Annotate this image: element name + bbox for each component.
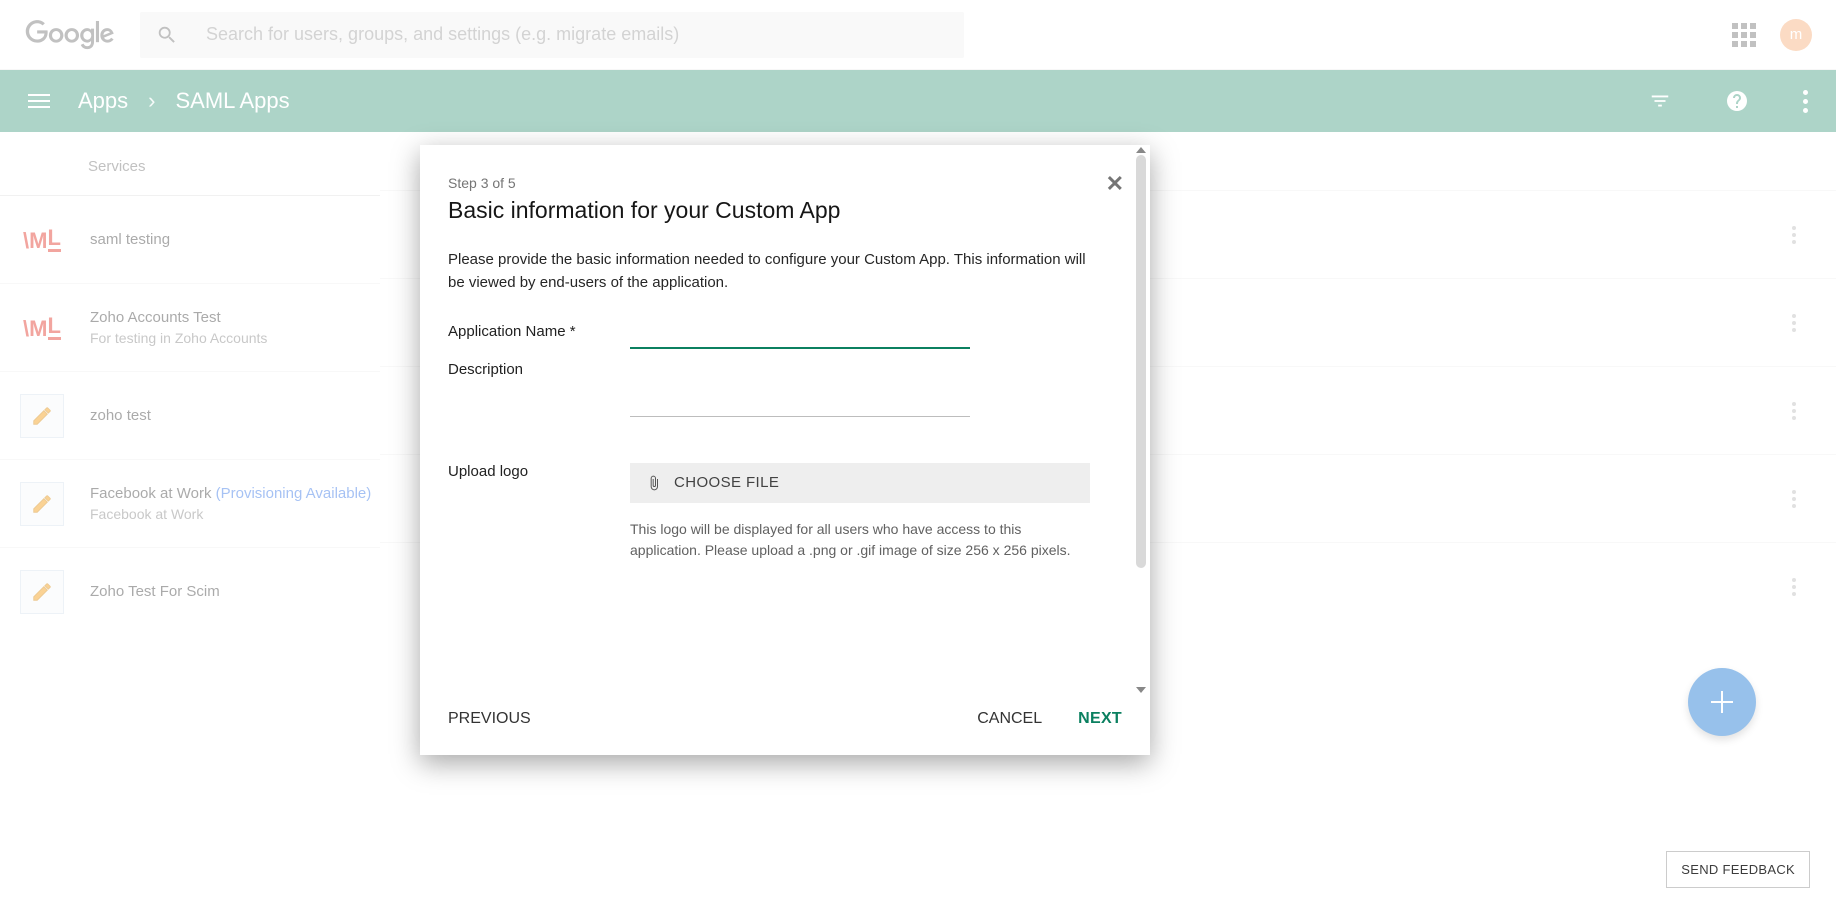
choose-file-label: CHOOSE FILE [674, 474, 779, 491]
modal-scrollbar[interactable] [1136, 155, 1146, 685]
app-name-input[interactable] [630, 323, 970, 349]
step-indicator: Step 3 of 5 [448, 175, 1122, 191]
custom-app-modal: ✕ Step 3 of 5 Basic information for your… [420, 145, 1150, 755]
close-icon[interactable]: ✕ [1106, 171, 1124, 197]
app-name-label: Application Name * [448, 323, 630, 340]
modal-title: Basic information for your Custom App [448, 197, 1122, 224]
attachment-icon [646, 473, 662, 493]
upload-logo-label: Upload logo [448, 463, 630, 480]
description-input[interactable] [630, 361, 970, 417]
send-feedback-button[interactable]: SEND FEEDBACK [1666, 851, 1810, 888]
choose-file-button[interactable]: CHOOSE FILE [630, 463, 1090, 503]
next-button[interactable]: NEXT [1078, 710, 1122, 728]
cancel-button[interactable]: CANCEL [977, 710, 1042, 728]
description-label: Description [448, 361, 630, 378]
previous-button[interactable]: PREVIOUS [448, 710, 531, 728]
upload-hint: This logo will be displayed for all user… [630, 519, 1090, 561]
modal-description: Please provide the basic information nee… [448, 248, 1098, 295]
